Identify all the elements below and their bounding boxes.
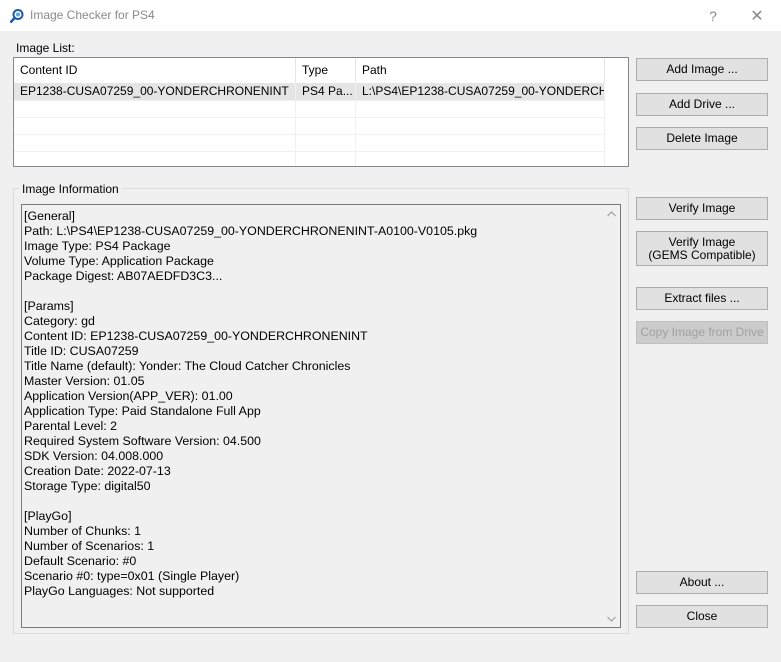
extract-files-button[interactable]: Extract files ... <box>636 287 768 310</box>
grid-line <box>14 151 604 152</box>
delete-image-button[interactable]: Delete Image <box>636 127 768 150</box>
title-bar: Image Checker for PS4 ? ✕ <box>0 0 781 31</box>
column-header-path[interactable]: Path <box>356 58 605 83</box>
grid-line <box>14 134 604 135</box>
image-list-label: Image List: <box>16 41 75 55</box>
table-header: Content ID Type Path <box>14 58 628 83</box>
image-list-table[interactable]: Content ID Type Path EP1238-CUSA07259_00… <box>13 57 629 167</box>
column-header-content-id[interactable]: Content ID <box>14 58 296 83</box>
magnifier-icon <box>9 8 25 24</box>
close-button[interactable]: Close <box>636 605 768 628</box>
verify-gems-label-line2: (GEMS Compatible) <box>648 247 756 262</box>
verify-image-gems-button[interactable]: Verify Image (GEMS Compatible) <box>636 231 768 266</box>
grid-line <box>355 83 356 166</box>
verify-image-button[interactable]: Verify Image <box>636 197 768 220</box>
grid-line <box>14 117 604 118</box>
about-button[interactable]: About ... <box>636 571 768 594</box>
scroll-up-arrow-icon[interactable] <box>603 205 620 222</box>
column-header-type[interactable]: Type <box>296 58 356 83</box>
add-image-button[interactable]: Add Image ... <box>636 58 768 81</box>
image-information-text: [General] Path: L:\PS4\EP1238-CUSA07259_… <box>24 209 478 598</box>
window-title: Image Checker for PS4 <box>30 8 155 22</box>
copy-image-from-drive-button[interactable]: Copy Image from Drive <box>636 321 768 344</box>
grid-line <box>295 83 296 166</box>
cell-content-id: EP1238-CUSA07259_00-YONDERCHRONENINT <box>20 84 289 98</box>
vertical-scrollbar[interactable] <box>603 205 620 627</box>
image-information-textbox[interactable]: [General] Path: L:\PS4\EP1238-CUSA07259_… <box>21 204 621 628</box>
window-close-button[interactable]: ✕ <box>735 0 779 31</box>
cell-type: PS4 Pa... <box>302 84 353 98</box>
add-drive-button[interactable]: Add Drive ... <box>636 93 768 116</box>
grid-line <box>14 100 604 101</box>
help-button[interactable]: ? <box>691 0 735 31</box>
scroll-down-arrow-icon[interactable] <box>603 610 620 627</box>
verify-gems-label-line1: Verify Image <box>668 234 736 249</box>
grid-line <box>604 83 605 166</box>
table-row[interactable]: EP1238-CUSA07259_00-YONDERCHRONENINT PS4… <box>14 83 604 100</box>
image-information-label: Image Information <box>19 182 122 196</box>
cell-path: L:\PS4\EP1238-CUSA07259_00-YONDERCHR... <box>362 84 604 98</box>
